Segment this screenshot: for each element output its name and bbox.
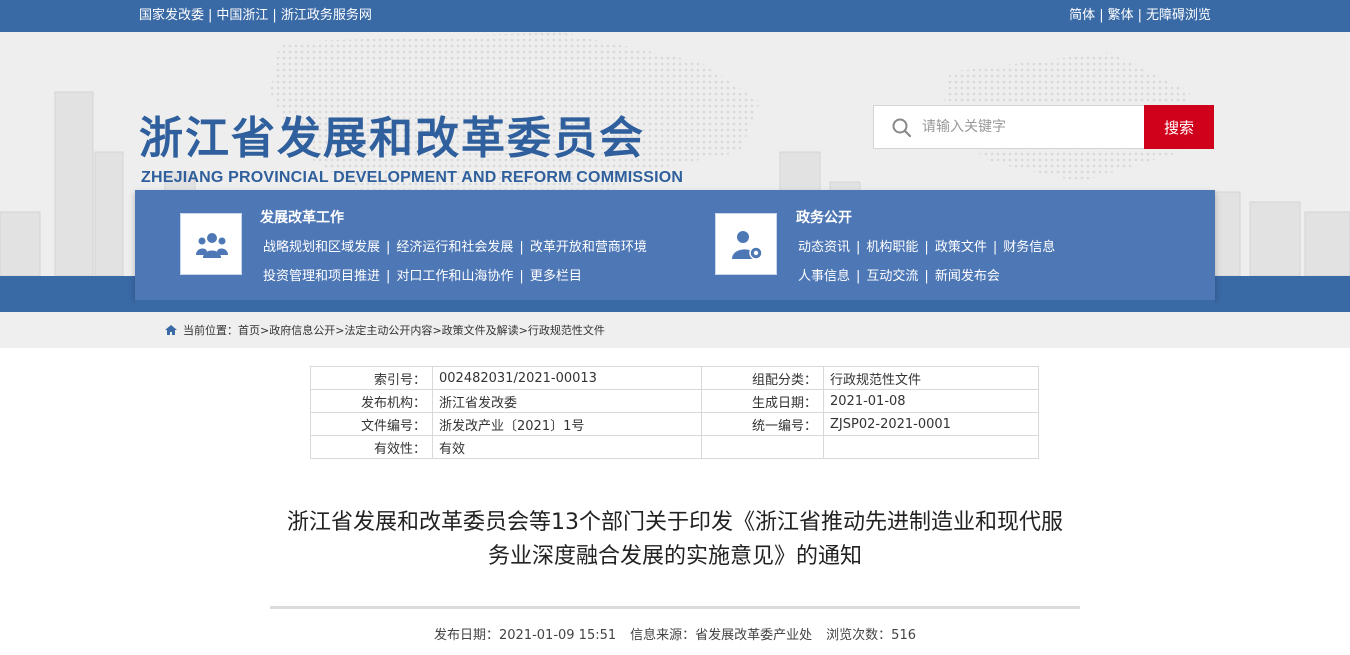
top-bar: 国家发改委 | 中国浙江 | 浙江政务服务网 简体 | 繁体 | 无障碍浏览	[0, 0, 1350, 32]
nav-title-gov-affairs: 政务公开	[796, 210, 852, 226]
meta-value-category: 行政规范性文件	[823, 366, 1039, 390]
breadcrumb-gov-info[interactable]: 政府信息公开	[269, 324, 335, 337]
nav-link-more[interactable]: 更多栏目	[530, 269, 582, 284]
meta-value-publisher: 浙江省发改委	[432, 389, 702, 413]
document-info: 发布日期：2021-01-09 15:51 信息来源：省发展改革委产业处 浏览次数：…	[270, 624, 1080, 643]
meta-value-empty	[823, 435, 1039, 459]
people-group-icon	[196, 233, 228, 258]
breadcrumb-bar: 当前位置：首页>政府信息公开>法定主动公开内容>政策文件及解读>行政规范性文件	[0, 312, 1350, 348]
nav-link-policy[interactable]: 政策文件	[935, 240, 987, 255]
info-source: 信息来源：省发展改革委产业处	[630, 628, 813, 643]
nav-row-reform-2: 投资管理和项目推进 | 对口工作和山海协作 | 更多栏目	[263, 269, 582, 284]
meta-label-unified-number: 统一编号：	[701, 412, 824, 436]
view-count: 浏览次数：516	[826, 628, 916, 643]
nav-link-economy[interactable]: 经济运行和社会发展	[396, 240, 513, 255]
nav-block-reform-work: 发展改革工作 战略规划和区域发展 | 经济运行和社会发展 | 改革开放和营商环境 投资管…	[180, 190, 700, 300]
breadcrumb-statutory[interactable]: 法定主动公开内容	[344, 324, 432, 337]
meta-value-validity: 有效	[432, 435, 702, 459]
nav-link-finance[interactable]: 财务信息	[1003, 240, 1055, 255]
link-accessible[interactable]: 无障碍浏览	[1146, 8, 1211, 23]
meta-label-publisher: 发布机构：	[310, 389, 433, 413]
meta-value-doc-number: 浙发改产业〔2021〕1号	[432, 412, 702, 436]
search-box: 搜索	[873, 105, 1214, 149]
person-gear-icon	[732, 231, 763, 260]
nav-link-interaction[interactable]: 互动交流	[866, 269, 918, 284]
link-ndrc[interactable]: 国家发改委	[139, 8, 204, 23]
home-icon	[165, 325, 177, 335]
nav-link-counterpart[interactable]: 对口工作和山海协作	[396, 269, 513, 284]
link-traditional[interactable]: 繁体	[1108, 8, 1134, 23]
nav-row-reform-1: 战略规划和区域发展 | 经济运行和社会发展 | 改革开放和营商环境	[263, 240, 647, 255]
site-title-en: ZHEJIANG PROVINCIAL DEVELOPMENT AND REFO…	[141, 169, 684, 186]
top-links-right: 简体 | 繁体 | 无障碍浏览	[1069, 8, 1211, 23]
search-button[interactable]: 搜索	[1144, 105, 1214, 149]
breadcrumb-policy[interactable]: 政策文件及解读	[442, 324, 519, 337]
gov-affairs-icon-box[interactable]	[715, 213, 777, 275]
meta-label-index: 索引号：	[310, 366, 433, 390]
search-icon	[892, 118, 912, 138]
link-simplified[interactable]: 简体	[1069, 8, 1095, 23]
meta-label-category: 组配分类：	[701, 366, 824, 390]
link-zjzwfw[interactable]: 浙江政务服务网	[281, 8, 372, 23]
table-row: 索引号： 002482031/2021-00013 组配分类： 行政规范性文件	[310, 366, 1039, 390]
nav-row-gov-1: 动态资讯 | 机构职能 | 政策文件 | 财务信息	[798, 240, 1056, 255]
link-zhejiang[interactable]: 中国浙江	[216, 8, 268, 23]
meta-label-created: 生成日期：	[701, 389, 824, 413]
meta-value-index: 002482031/2021-00013	[432, 366, 702, 390]
table-row: 文件编号： 浙发改产业〔2021〕1号 统一编号： ZJSP02-2021-00…	[310, 412, 1039, 436]
title-divider	[270, 606, 1080, 609]
breadcrumb-normative[interactable]: 行政规范性文件	[528, 324, 605, 337]
nav-link-reform-open[interactable]: 改革开放和营商环境	[530, 240, 647, 255]
nav-link-investment[interactable]: 投资管理和项目推进	[263, 269, 380, 284]
publish-date: 发布日期：2021-01-09 15:51	[434, 628, 617, 643]
nav-title-reform-work: 发展改革工作	[260, 210, 344, 226]
reform-work-icon-box[interactable]	[180, 213, 242, 275]
table-row: 发布机构： 浙江省发改委 生成日期： 2021-01-08	[310, 389, 1039, 413]
nav-link-personnel[interactable]: 人事信息	[798, 269, 850, 284]
document-title-line1: 浙江省发展和改革委员会等13个部门关于印发《浙江省推动先进制造业和现代服	[287, 510, 1063, 535]
meta-value-created: 2021-01-08	[823, 389, 1039, 413]
document-title: 浙江省发展和改革委员会等13个部门关于印发《浙江省推动先进制造业和现代服 务业深…	[270, 506, 1080, 574]
nav-block-gov-affairs: 政务公开 动态资讯 | 机构职能 | 政策文件 | 财务信息 人事信息 | 互动交流 | 新闻发布会	[715, 190, 1175, 300]
breadcrumb-home[interactable]: 首页	[238, 324, 260, 337]
nav-link-functions[interactable]: 机构职能	[866, 240, 918, 255]
nav-link-strategy[interactable]: 战略规划和区域发展	[263, 240, 380, 255]
nav-panel-edge	[135, 300, 1215, 308]
top-links-left: 国家发改委 | 中国浙江 | 浙江政务服务网	[139, 8, 372, 23]
main-nav-panel: 发展改革工作 战略规划和区域发展 | 经济运行和社会发展 | 改革开放和营商环境 投资管…	[135, 190, 1215, 308]
meta-label-doc-number: 文件编号：	[310, 412, 433, 436]
meta-value-unified-number: ZJSP02-2021-0001	[823, 412, 1039, 436]
meta-label-empty	[701, 435, 824, 459]
document-meta-table: 索引号： 002482031/2021-00013 组配分类： 行政规范性文件 …	[310, 366, 1039, 459]
breadcrumb-prefix: 当前位置：	[183, 324, 238, 337]
nav-link-news[interactable]: 动态资讯	[798, 240, 850, 255]
nav-row-gov-2: 人事信息 | 互动交流 | 新闻发布会	[798, 269, 1000, 284]
document-title-line2: 务业深度融合发展的实施意见》的通知	[487, 544, 862, 569]
nav-link-press[interactable]: 新闻发布会	[935, 269, 1000, 284]
search-input[interactable]	[922, 106, 1144, 148]
table-row: 有效性： 有效	[310, 435, 1039, 459]
meta-label-validity: 有效性：	[310, 435, 433, 459]
breadcrumb: 当前位置：首页>政府信息公开>法定主动公开内容>政策文件及解读>行政规范性文件	[165, 322, 605, 338]
site-title-cn: 浙江省发展和改革委员会	[139, 113, 645, 164]
